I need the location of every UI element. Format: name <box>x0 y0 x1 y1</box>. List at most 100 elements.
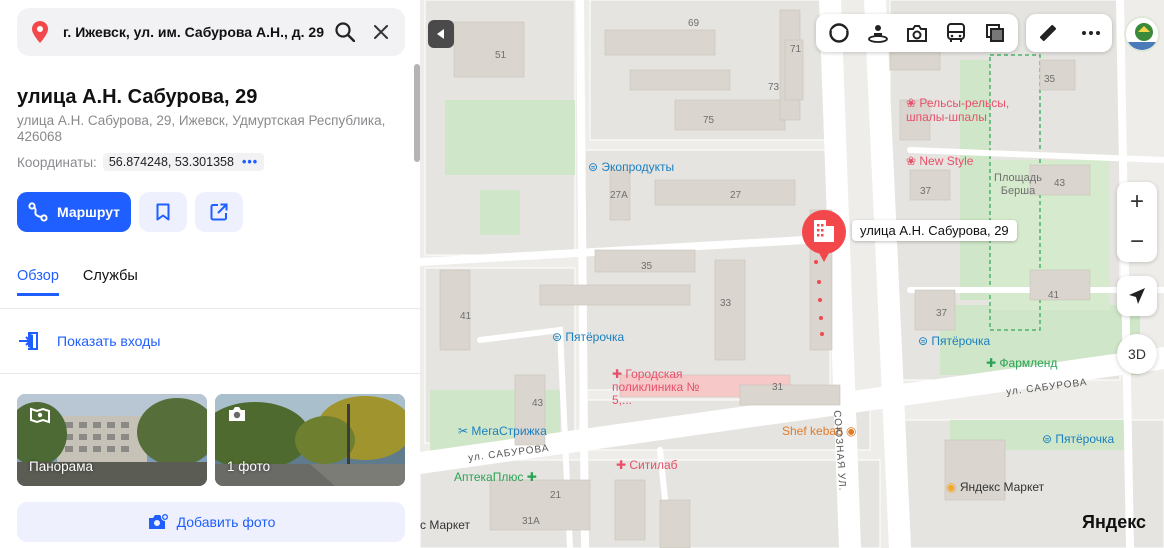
building-number: 43 <box>532 398 544 409</box>
square-label: Площадь Берша <box>994 172 1042 197</box>
ruler-icon[interactable] <box>1032 17 1064 49</box>
tabs: Обзор Службы <box>17 268 138 296</box>
transit-layer-icon[interactable] <box>940 17 972 49</box>
map-layer-icon[interactable] <box>823 17 855 49</box>
poi-pyaterochka-3[interactable]: ⊜ Пятёрочка <box>1042 432 1114 446</box>
entrance-icon <box>19 332 38 350</box>
panorama-label: Панорама <box>29 459 93 474</box>
divider <box>0 373 420 374</box>
location-pin-icon <box>17 21 63 43</box>
panorama-thumbnail[interactable]: Панорама <box>17 394 207 486</box>
place-title: улица А.Н. Сабурова, 29 <box>17 86 258 108</box>
poi-megastrizhka[interactable]: ✂ МегаСтрижка <box>458 424 547 438</box>
map-tools-toolbar <box>1026 14 1112 52</box>
food-icon: ◉ <box>842 424 857 438</box>
place-panel: г. Ижевск, ул. им. Сабурова А.Н., д. 29 … <box>0 0 420 548</box>
search-box[interactable]: г. Ижевск, ул. им. Сабурова А.Н., д. 29 <box>17 8 405 56</box>
poi-pyaterochka[interactable]: ⊜ Пятёрочка <box>552 330 624 344</box>
scissors-icon: ✂ <box>458 424 472 438</box>
building-number: 21 <box>550 490 562 501</box>
shop-icon: ⊜ <box>1042 432 1056 446</box>
poi-polyclinic[interactable]: ✚ Городская поликлиника № 5,... <box>612 368 702 407</box>
pharmacy-icon: ✚ <box>986 356 1000 370</box>
poi-market-partial[interactable]: с Маркет <box>420 518 470 532</box>
map-layers-toolbar <box>816 14 1018 52</box>
map-view[interactable]: 69 71 51 73 75 35 27 27А 33 31 41 43 21 … <box>420 0 1164 548</box>
building-number: 33 <box>720 298 732 309</box>
building-number: 41 <box>460 311 472 322</box>
building-number: 37 <box>936 308 948 319</box>
place-address: улица А.Н. Сабурова, 29, Ижевск, Удмуртс… <box>17 113 386 144</box>
poi-farmlend[interactable]: ✚ Фармленд <box>986 356 1057 370</box>
add-photo-button[interactable]: Добавить фото <box>17 502 405 542</box>
camera-layer-icon[interactable] <box>901 17 933 49</box>
poi-relsy[interactable]: ❀ Рельсы-рельсы, шпалы-шпалы <box>906 96 1016 124</box>
building-number: 51 <box>495 50 507 61</box>
bar-icon: ❀ <box>906 96 920 110</box>
collapse-panel-button[interactable] <box>428 20 454 48</box>
poi-aptekaplus[interactable]: АптекаПлюс ✚ <box>454 470 537 484</box>
coordinates-label: Координаты: <box>17 154 97 170</box>
building-number: 31 <box>772 382 784 393</box>
beauty-icon: ❀ <box>906 154 920 168</box>
search-icon[interactable] <box>327 14 363 50</box>
building-number: 73 <box>768 82 780 93</box>
shop-icon: ⊜ <box>588 160 602 174</box>
my-location-button[interactable] <box>1117 276 1157 316</box>
location-arrow-icon <box>1129 288 1145 304</box>
zoom-in-button[interactable]: + <box>1117 182 1157 222</box>
search-input[interactable]: г. Ижевск, ул. им. Сабурова А.Н., д. 29 <box>63 24 327 40</box>
poi-new-style[interactable]: ❀ New Style <box>906 154 973 168</box>
user-avatar[interactable] <box>1124 16 1160 52</box>
building-number: 27А <box>610 190 628 201</box>
building-number: 43 <box>1054 178 1066 189</box>
coordinates-value[interactable]: 56.874248, 53.301358 ••• <box>102 153 265 171</box>
building-number: 35 <box>641 261 653 272</box>
show-entrances-button[interactable]: Показать входы <box>17 330 160 352</box>
3d-button[interactable]: 3D <box>1117 334 1157 374</box>
bookmark-icon <box>156 203 170 221</box>
add-photo-label: Добавить фото <box>176 514 276 530</box>
close-icon[interactable] <box>363 14 399 50</box>
yandex-logo: Яндекс <box>1082 512 1147 532</box>
chevron-left-icon <box>437 29 444 39</box>
place-marker-label[interactable]: улица А.Н. Сабурова, 29 <box>852 220 1017 241</box>
share-icon <box>210 203 228 221</box>
zoom-out-button[interactable]: − <box>1117 222 1157 262</box>
route-label: Маршрут <box>57 204 121 220</box>
photo-thumbnail[interactable]: 1 фото <box>215 394 405 486</box>
more-icon[interactable]: ••• <box>242 155 258 169</box>
poi-ekoprodukty[interactable]: ⊜ Экопродукты <box>588 160 674 174</box>
building-number: 35 <box>1044 74 1056 85</box>
poi-yandex-market[interactable]: ◉ Яндекс Маркет <box>946 480 1044 494</box>
coordinates-row: Координаты: 56.874248, 53.301358 ••• <box>17 153 265 171</box>
building-number: 37 <box>920 186 932 197</box>
panorama-layer-icon[interactable] <box>862 17 894 49</box>
photo-count-label: 1 фото <box>227 459 271 474</box>
medical-icon: ✚ <box>616 458 630 472</box>
route-button[interactable]: Маршрут <box>17 192 131 232</box>
shop-icon: ⊜ <box>552 330 566 344</box>
poi-shef-kebab[interactable]: Shef kebab ◉ <box>782 424 857 438</box>
show-entrances-label: Показать входы <box>57 333 161 349</box>
divider <box>0 308 420 309</box>
tab-services[interactable]: Службы <box>83 268 138 296</box>
camera-icon <box>227 406 247 425</box>
tab-overview[interactable]: Обзор <box>17 268 59 296</box>
poi-pyaterochka-2[interactable]: ⊜ Пятёрочка <box>918 334 990 348</box>
pharmacy-icon: ✚ <box>523 470 537 484</box>
building-number: 71 <box>790 44 802 55</box>
add-photo-icon <box>148 513 169 529</box>
layers-icon[interactable] <box>979 17 1011 49</box>
coordinates-text: 56.874248, 53.301358 <box>108 155 234 169</box>
medical-icon: ✚ <box>612 367 626 381</box>
share-button[interactable] <box>195 192 243 232</box>
building-number: 69 <box>688 18 700 29</box>
shop-icon: ⊜ <box>918 334 932 348</box>
bookmark-button[interactable] <box>139 192 187 232</box>
more-options-icon[interactable] <box>1075 17 1107 49</box>
route-icon <box>28 202 48 222</box>
market-icon: ◉ <box>946 480 960 494</box>
building-number: 75 <box>703 115 715 126</box>
poi-sitilab[interactable]: ✚ Ситилаб <box>616 458 678 472</box>
